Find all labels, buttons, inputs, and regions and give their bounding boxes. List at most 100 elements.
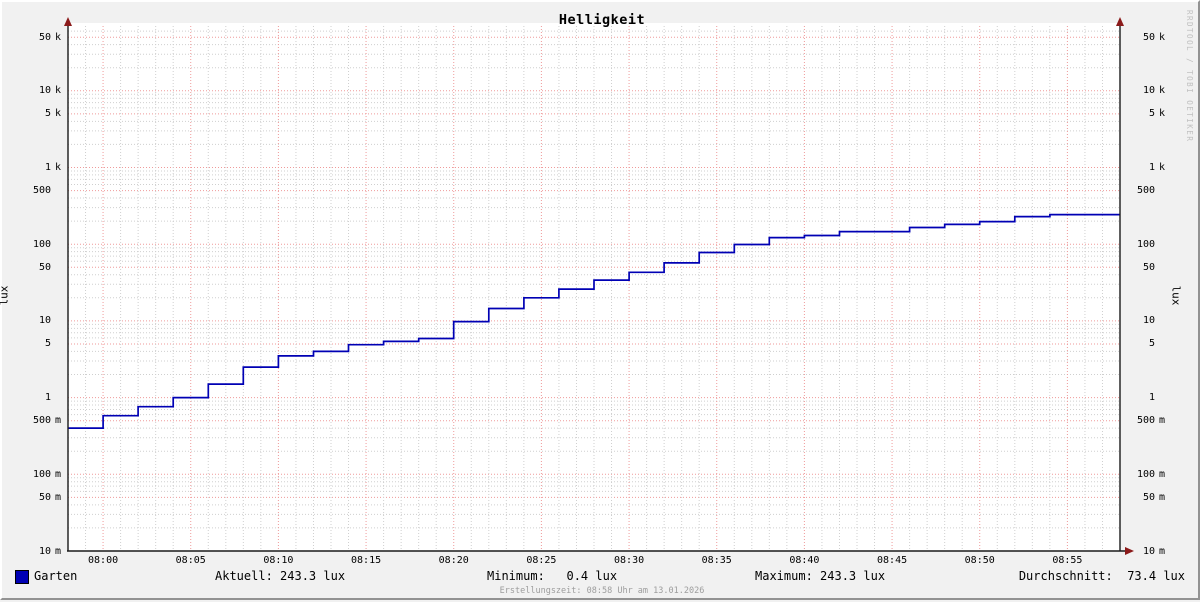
creation-timestamp: Erstellungszeit: 08:58 Uhr am 13.01.2026 — [499, 586, 705, 596]
y-tick-suffix: k — [55, 162, 62, 173]
y-tick-suffix: m — [55, 415, 62, 427]
y-tick-number: 50 — [38, 491, 51, 503]
y-tick-label: 10 k — [1128, 85, 1173, 96]
y-tick-number: 500 — [1136, 415, 1155, 427]
rrdtool-watermark: RRDTOOL / TOBI OETIKER — [1185, 10, 1194, 143]
y-tick-label: 5 — [1128, 338, 1173, 349]
y-tick-number: 100 — [1136, 468, 1155, 480]
y-axis-label-right: lux — [1169, 285, 1183, 306]
y-tick-suffix — [1155, 315, 1173, 326]
y-tick-label: 100 — [7, 239, 69, 250]
y-tick-suffix — [51, 315, 69, 326]
y-tick-label: 50 k — [1128, 32, 1173, 43]
y-tick-suffix — [1155, 338, 1173, 349]
y-tick-label: 10 — [7, 315, 69, 326]
y-tick-number: 5 — [44, 338, 51, 350]
y-tick-number: 50 — [1142, 31, 1155, 43]
y-tick-number: 50 — [38, 261, 51, 273]
y-tick-suffix — [1155, 239, 1173, 250]
y-tick-label: 5k — [7, 108, 69, 119]
y-tick-suffix — [51, 392, 69, 403]
y-tick-label: 50 m — [1128, 492, 1173, 503]
y-tick-number: 5 — [44, 108, 51, 120]
y-tick-label: 100 m — [7, 469, 69, 480]
y-tick-label: 500 m — [1128, 415, 1173, 426]
y-tick-suffix: k — [1159, 162, 1166, 173]
y-tick-suffix — [51, 338, 69, 349]
y-tick-label: 1 — [1128, 392, 1173, 403]
x-tick-label: 08:55 — [1052, 555, 1083, 566]
stat-aktuell: Aktuell: 243.3 lux — [215, 569, 346, 583]
y-tick-label: 10 m — [7, 546, 69, 557]
y-tick-number: 10 — [38, 315, 51, 327]
y-tick-suffix — [1155, 392, 1173, 403]
x-tick-label: 08:00 — [88, 555, 119, 566]
y-tick-suffix: k — [55, 85, 62, 97]
y-tick-label: 10 m — [1128, 546, 1173, 557]
x-tick-label: 08:50 — [964, 555, 995, 566]
y-tick-number: 100 — [32, 238, 51, 250]
y-tick-label: 10 k — [7, 85, 69, 96]
y-tick-label: 1k — [1128, 162, 1173, 173]
y-tick-number: 10 — [1142, 85, 1155, 97]
y-tick-number: 1 — [44, 392, 51, 404]
y-tick-suffix — [51, 239, 69, 250]
y-tick-number: 10 — [1142, 545, 1155, 557]
y-tick-number: 10 — [38, 85, 51, 97]
y-tick-number: 1 — [1148, 162, 1155, 173]
y-tick-label: 50 m — [7, 492, 69, 503]
y-tick-number: 1 — [1148, 392, 1155, 404]
chart-title: Helligkeit — [558, 12, 646, 28]
rrdtool-graph-image: Helligkeit lux lux RRDTOOL / TOBI OETIKE… — [0, 0, 1200, 600]
y-tick-label: 500 — [1128, 185, 1173, 196]
y-tick-suffix: k — [55, 31, 62, 43]
y-tick-number: 10 — [38, 545, 51, 557]
y-tick-suffix: m — [1159, 468, 1166, 480]
y-tick-suffix: k — [1159, 85, 1166, 97]
y-tick-label: 100 — [1128, 239, 1173, 250]
stat-minimum: Minimum: 0.4 lux — [487, 569, 618, 583]
y-tick-label: 50 k — [7, 32, 69, 43]
y-tick-label: 5 — [7, 338, 69, 349]
y-tick-suffix — [1155, 185, 1173, 196]
y-tick-label: 50 — [7, 262, 69, 273]
stat-maximum: Maximum: 243.3 lux — [755, 569, 886, 583]
y-tick-suffix: m — [55, 545, 62, 557]
y-tick-label: 500 — [7, 185, 69, 196]
y-tick-label: 5k — [1128, 108, 1173, 119]
series-name-label: Garten — [34, 569, 78, 583]
series-color-swatch — [15, 570, 29, 584]
x-tick-label: 08:25 — [526, 555, 557, 566]
y-tick-suffix — [1155, 262, 1173, 273]
y-tick-number: 5 — [1148, 108, 1155, 120]
y-tick-suffix: m — [1159, 545, 1166, 557]
y-tick-label: 1 — [7, 392, 69, 403]
y-tick-suffix: m — [55, 491, 62, 503]
y-tick-number: 50 — [1142, 491, 1155, 503]
y-tick-label: 500 m — [7, 415, 69, 426]
y-tick-number: 100 — [32, 468, 51, 480]
y-tick-number: 50 — [38, 31, 51, 43]
y-tick-number: 1 — [44, 162, 51, 173]
y-tick-suffix: m — [1159, 491, 1166, 503]
y-tick-suffix: k — [55, 108, 62, 120]
y-tick-suffix: m — [1159, 415, 1166, 427]
y-tick-suffix — [51, 185, 69, 196]
y-tick-suffix: m — [55, 468, 62, 480]
y-tick-number: 500 — [32, 185, 51, 197]
plot-area — [64, 17, 1134, 555]
y-axis-label-left: lux — [0, 285, 11, 306]
y-tick-number: 5 — [1148, 338, 1155, 350]
x-tick-label: 08:40 — [789, 555, 820, 566]
y-tick-suffix: k — [1159, 31, 1166, 43]
x-tick-label: 08:35 — [701, 555, 732, 566]
y-tick-suffix: k — [1159, 108, 1166, 120]
stat-durchschnitt: Durchschnitt: 73.4 lux — [1018, 569, 1185, 583]
y-tick-number: 100 — [1136, 238, 1155, 250]
y-tick-number: 500 — [1136, 185, 1155, 197]
x-tick-label: 08:30 — [614, 555, 645, 566]
x-tick-label: 08:15 — [351, 555, 382, 566]
x-tick-label: 08:45 — [877, 555, 908, 566]
x-tick-label: 08:05 — [175, 555, 206, 566]
y-tick-number: 10 — [1142, 315, 1155, 327]
